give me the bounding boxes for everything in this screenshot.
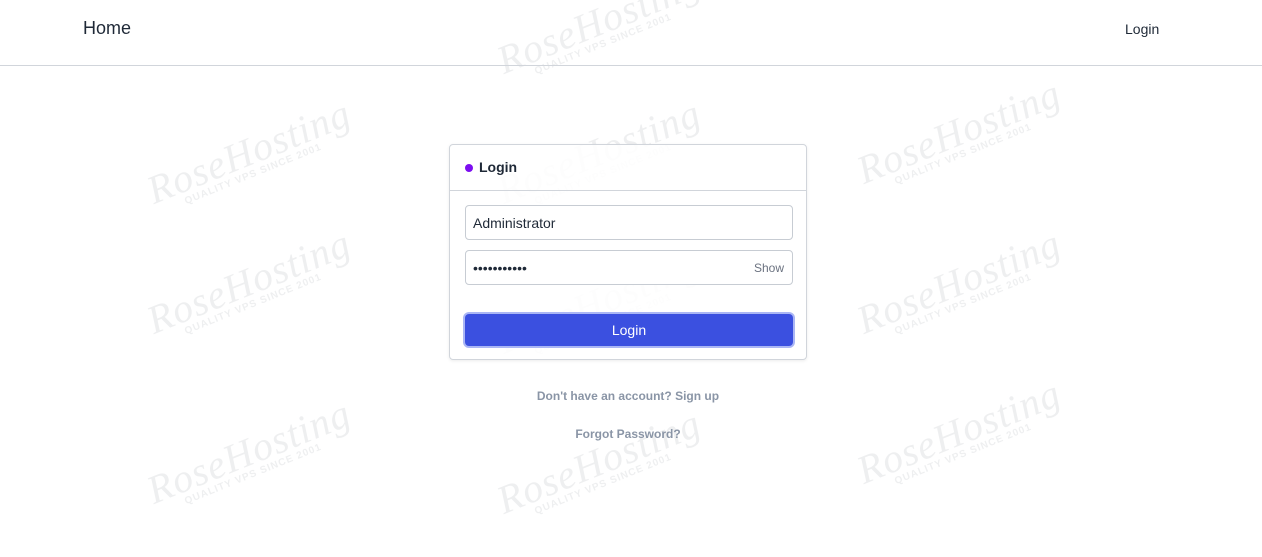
watermark: RoseHosting QUALITY VPS SINCE 2001 [140, 390, 357, 513]
nav-login-link[interactable]: Login [1125, 21, 1159, 37]
username-input[interactable] [465, 205, 793, 240]
watermark: RoseHosting QUALITY VPS SINCE 2001 [850, 370, 1067, 493]
password-input[interactable] [465, 250, 793, 285]
watermark: RoseHosting QUALITY VPS SINCE 2001 [850, 220, 1067, 343]
watermark: RoseHosting QUALITY VPS SINCE 2001 [850, 70, 1067, 193]
forgot-password-link[interactable]: Forgot Password? [449, 427, 807, 441]
password-field: Show [465, 250, 793, 285]
home-link[interactable]: Home [83, 18, 131, 39]
login-card: Login Show Login [449, 144, 807, 360]
top-navbar: Home Login [0, 0, 1262, 66]
watermark: RoseHosting QUALITY VPS SINCE 2001 [140, 220, 357, 343]
status-dot-icon [465, 164, 473, 172]
signup-link[interactable]: Don't have an account? Sign up [449, 389, 807, 403]
login-card-header: Login [450, 145, 806, 191]
watermark: RoseHosting QUALITY VPS SINCE 2001 [490, 400, 707, 523]
login-button[interactable]: Login [465, 314, 793, 346]
watermark: RoseHosting QUALITY VPS SINCE 2001 [140, 90, 357, 213]
login-card-title: Login [479, 159, 518, 175]
show-password-toggle[interactable]: Show [754, 261, 784, 275]
